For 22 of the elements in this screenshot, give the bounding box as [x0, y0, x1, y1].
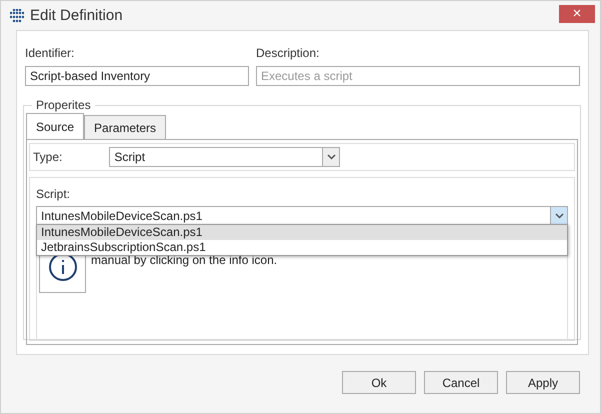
- dropdown-option[interactable]: IntunesMobileDeviceScan.ps1: [37, 225, 567, 240]
- tab[interactable]: Parameters: [84, 115, 166, 139]
- description-field[interactable]: Executes a script: [256, 66, 580, 86]
- description-label: Description:: [256, 46, 320, 60]
- identifier-field[interactable]: Script-based Inventory: [25, 66, 249, 86]
- type-label: Type:: [33, 150, 62, 164]
- window-title: Edit Definition: [30, 7, 124, 24]
- tab[interactable]: Source: [26, 113, 84, 139]
- script-label: Script:: [36, 187, 72, 201]
- dotted-grid-icon: [10, 8, 24, 22]
- group-title: Properites: [35, 98, 92, 112]
- file-dropdown[interactable]: IntunesMobileDeviceScan.ps1: [36, 206, 568, 226]
- identifier-label: Identifier:: [25, 46, 76, 60]
- close-button[interactable]: ×: [559, 4, 595, 22]
- dialog-button[interactable]: Cancel: [424, 371, 498, 394]
- info-text: manual by clicking on the info icon.: [91, 253, 278, 267]
- dialog-button[interactable]: Apply: [506, 371, 580, 394]
- chevron-down-icon: [554, 213, 564, 219]
- dialog-button[interactable]: Ok: [342, 371, 416, 394]
- chevron-down-icon: [326, 154, 336, 160]
- type-dropdown[interactable]: Script: [109, 147, 340, 167]
- dropdown-option[interactable]: JetbrainsSubscriptionScan.ps1: [37, 240, 567, 255]
